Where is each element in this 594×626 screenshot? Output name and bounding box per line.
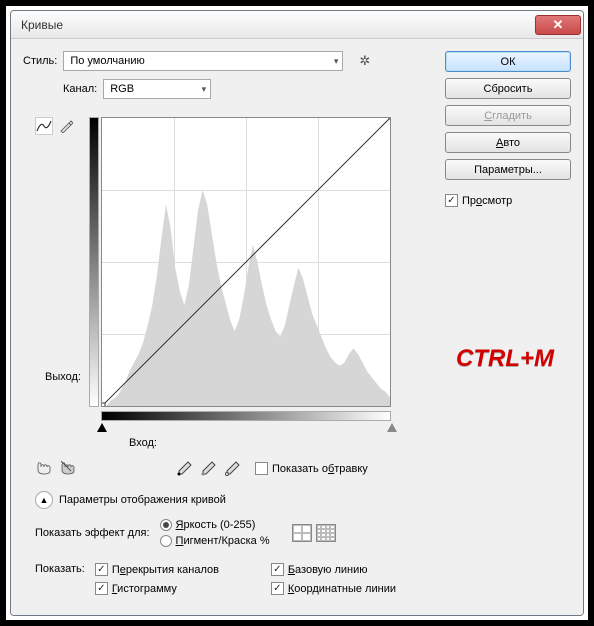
pencil-tool-icon[interactable] <box>57 117 75 135</box>
channel-select[interactable]: RGB <box>103 79 211 99</box>
curve-canvas[interactable] <box>101 117 391 407</box>
curve-line <box>102 118 390 406</box>
gradient-vertical <box>89 117 99 407</box>
grid-simple-icon[interactable] <box>292 524 312 542</box>
light-radio[interactable] <box>160 519 172 531</box>
options-button[interactable]: Параметры... <box>445 159 571 180</box>
white-point-slider[interactable] <box>387 423 397 432</box>
black-point-slider[interactable] <box>97 423 107 432</box>
window-title: Кривые <box>21 18 63 32</box>
clipping-label: Показать обтравку <box>272 463 368 475</box>
curve-handle-black[interactable] <box>101 403 106 408</box>
output-label: Выход: <box>45 371 81 383</box>
light-label: Яркость (0-255) <box>176 519 256 531</box>
shortcut-annotation: CTRL+M <box>456 345 554 373</box>
reset-button[interactable]: Сбросить <box>445 78 571 99</box>
overlays-checkbox[interactable] <box>95 563 108 576</box>
show-label: Показать: <box>35 563 85 575</box>
grid-detailed-icon[interactable] <box>316 524 336 542</box>
ok-button[interactable]: ОК <box>445 51 571 72</box>
effect-label: Показать эффект для: <box>35 527 150 539</box>
eyedropper-white-icon[interactable] <box>223 460 241 478</box>
intersection-checkbox[interactable] <box>271 582 284 595</box>
curve-tool-icon[interactable] <box>35 117 53 135</box>
titlebar: Кривые ✕ <box>11 11 583 39</box>
intersection-label: Координатные линии <box>288 583 396 595</box>
pigment-radio[interactable] <box>160 535 172 547</box>
eyedropper-black-icon[interactable] <box>175 460 193 478</box>
hand-tool-icon[interactable] <box>35 459 53 478</box>
preview-label: Просмотр <box>462 195 512 207</box>
baseline-label: Базовую линию <box>288 564 368 576</box>
clipping-checkbox[interactable] <box>255 462 268 475</box>
close-button[interactable]: ✕ <box>535 15 581 35</box>
style-label: Стиль: <box>23 55 57 67</box>
disclosure-label: Параметры отображения кривой <box>59 494 226 506</box>
gear-icon[interactable]: ✲ <box>359 53 375 69</box>
auto-button[interactable]: Авто <box>445 132 571 153</box>
smooth-button[interactable]: Сгладить <box>445 105 571 126</box>
histogram-checkbox[interactable] <box>95 582 108 595</box>
hand-tool-alt-icon[interactable] <box>59 459 77 478</box>
channel-label: Канал: <box>63 83 97 95</box>
gradient-horizontal <box>101 411 391 421</box>
channel-value: RGB <box>110 83 134 95</box>
pigment-label: Пигмент/Краска % <box>176 535 270 547</box>
curve-handle-white[interactable] <box>389 117 392 120</box>
style-select[interactable]: По умолчанию <box>63 51 343 71</box>
eyedropper-gray-icon[interactable] <box>199 460 217 478</box>
histogram-label: Гистограмму <box>112 583 177 595</box>
overlays-label: Перекрытия каналов <box>112 564 219 576</box>
baseline-checkbox[interactable] <box>271 563 284 576</box>
disclosure-button[interactable]: ▲ <box>35 491 53 509</box>
style-value: По умолчанию <box>70 55 144 67</box>
preview-checkbox[interactable] <box>445 194 458 207</box>
input-label: Вход: <box>129 437 157 449</box>
